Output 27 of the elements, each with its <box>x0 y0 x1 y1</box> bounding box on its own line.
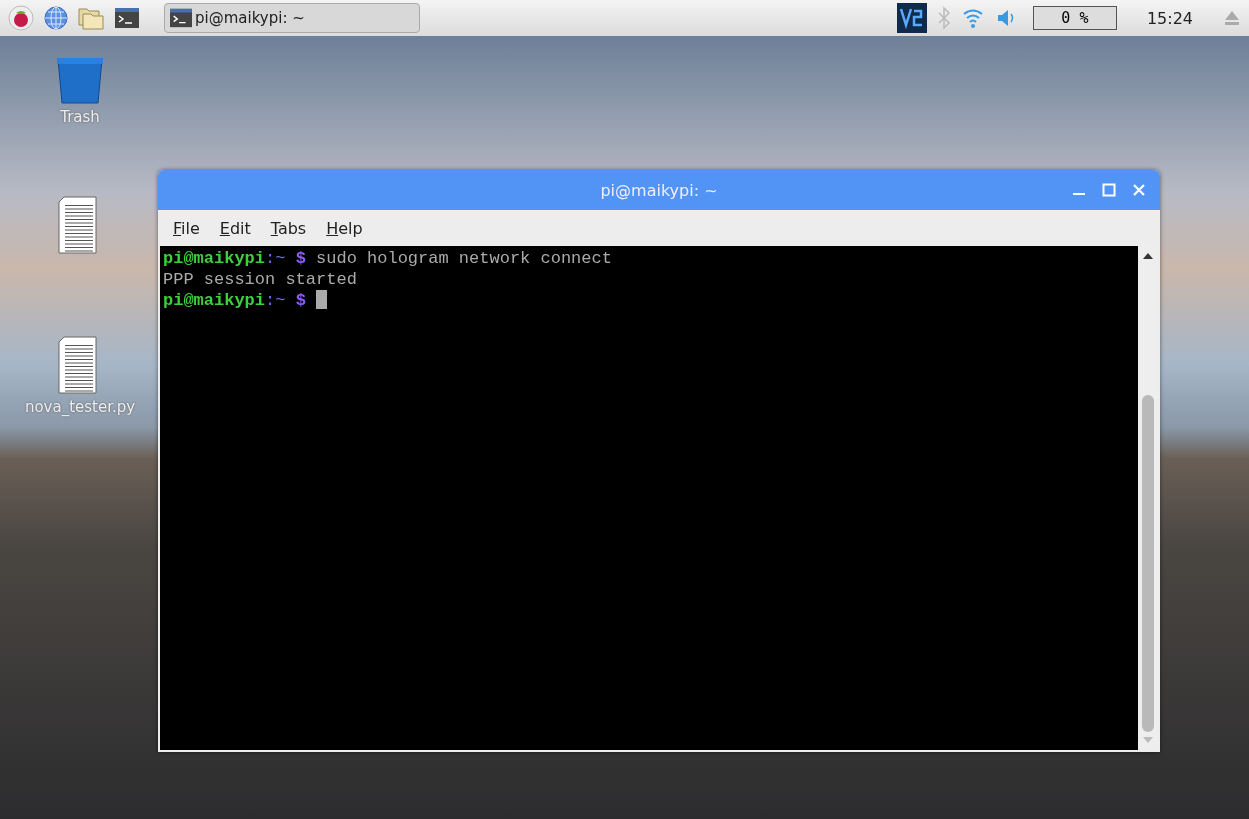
folders-icon[interactable] <box>78 6 104 30</box>
menu-item[interactable]: Edit <box>219 218 251 238</box>
scroll-up-icon[interactable] <box>1142 252 1154 260</box>
terminal-icon[interactable] <box>114 6 140 30</box>
bluetooth-icon[interactable] <box>936 6 951 30</box>
scrollbar-thumb[interactable] <box>1142 395 1154 732</box>
menu-item[interactable]: Tabs <box>270 218 307 238</box>
cpu-usage-meter: 0 % <box>1032 6 1117 30</box>
text-cursor <box>315 290 327 309</box>
window-title: pi@maikypi: ~ <box>600 180 718 200</box>
terminal-line: pi@maikypi:~ $ sudo hologram network connect <box>163 248 613 269</box>
terminal-icon <box>169 7 193 29</box>
terminal-line: pi@maikypi:~ $ <box>163 290 1135 311</box>
eject-icon[interactable] <box>1223 9 1241 27</box>
scroll-down-icon[interactable] <box>1142 736 1154 744</box>
terminal-console[interactable]: pi@maikypi:~ $ sudo hologram network connect PPP session started pi@maikypi:~ $ <box>160 246 1138 750</box>
raspberry-menu-icon[interactable] <box>8 5 34 31</box>
taskbar-window-button[interactable]: pi@maikypi: ~ <box>164 3 420 33</box>
maximize-icon[interactable] <box>1102 183 1116 197</box>
close-icon[interactable] <box>1132 183 1146 197</box>
clock[interactable]: 15:24 <box>1146 8 1193 28</box>
globe-icon[interactable] <box>44 6 68 30</box>
trash-icon[interactable] <box>55 56 105 104</box>
vnc-icon[interactable] <box>896 3 927 33</box>
terminal-line: PPP session started <box>163 269 358 290</box>
menu-item[interactable]: Help <box>326 218 363 238</box>
menu-item[interactable]: File <box>173 218 200 238</box>
